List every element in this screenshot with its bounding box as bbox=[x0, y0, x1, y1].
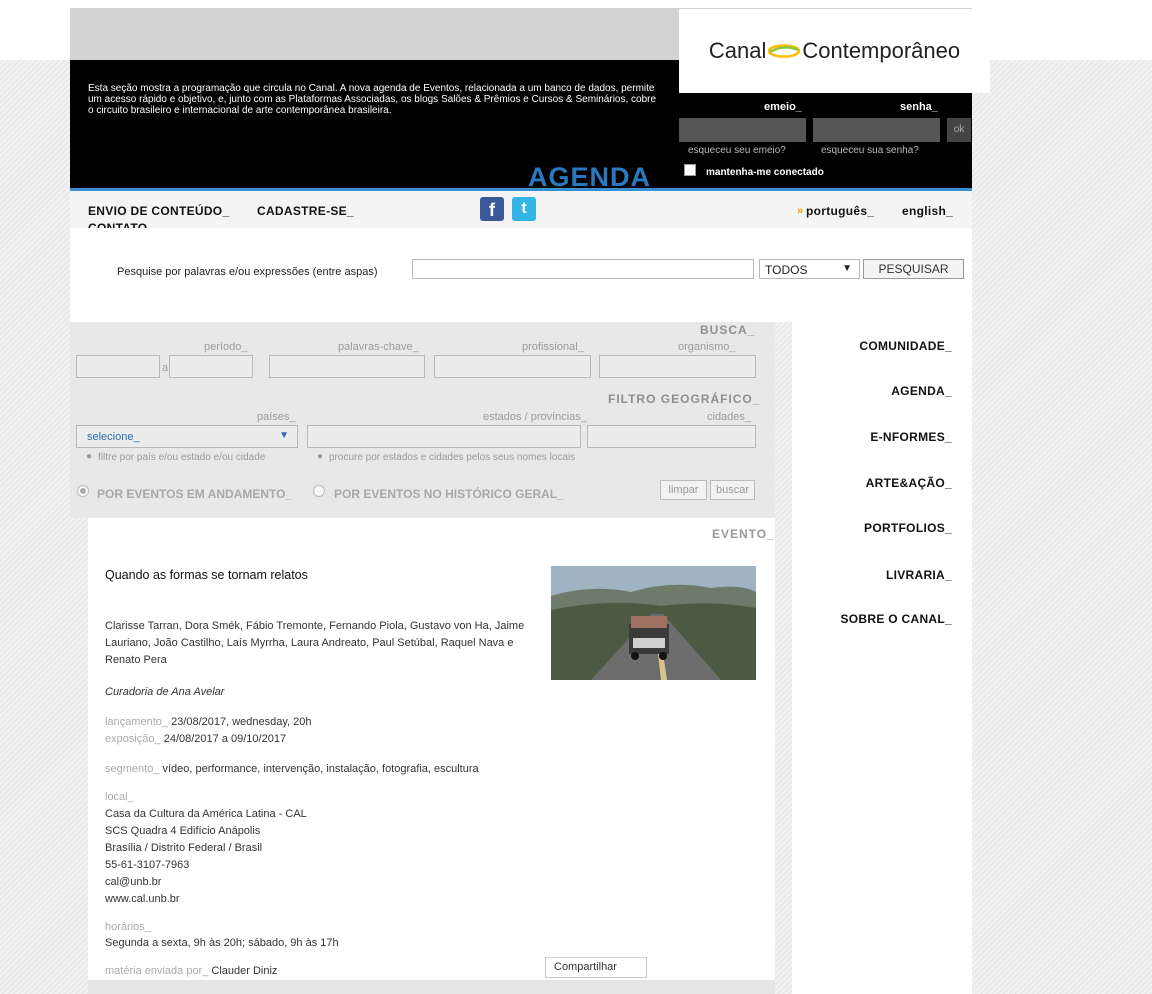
period-end-input[interactable] bbox=[169, 355, 253, 378]
logo-text-right: Contemporâneo bbox=[802, 38, 961, 63]
twitter-icon[interactable]: t bbox=[512, 197, 536, 221]
forgot-email-link[interactable]: esqueceu seu emeio? bbox=[688, 145, 786, 156]
search-label: Pesquise por palavras e/ou expressões (e… bbox=[117, 266, 378, 278]
country-hint: filtre por país e/ou estado e/ou cidade bbox=[98, 452, 266, 463]
share-button[interactable]: Compartilhar bbox=[545, 957, 647, 978]
intro-text: Esta seção mostra a programação que circ… bbox=[88, 83, 657, 116]
city-input[interactable] bbox=[587, 425, 756, 448]
event-title: Quando as formas se tornam relatos bbox=[105, 568, 308, 582]
lang-portugues-link[interactable]: português_ bbox=[806, 204, 874, 218]
geo-filter-title: FILTRO GEOGRÁFICO_ bbox=[608, 392, 761, 406]
event-artists: Clarisse Tarran, Dora Smék, Fábio Tremon… bbox=[105, 620, 525, 666]
search-scope-select[interactable]: TODOS ▼ bbox=[759, 259, 860, 279]
keywords-input[interactable] bbox=[269, 355, 425, 378]
event-photo[interactable] bbox=[551, 566, 756, 680]
hours-value: Segunda a sexta, 9h às 20h; sábado, 9h à… bbox=[105, 937, 339, 949]
remember-checkbox[interactable] bbox=[684, 164, 696, 176]
organismo-label: organismo_ bbox=[678, 341, 736, 353]
radio-em-andamento-label[interactable]: POR EVENTOS EM ANDAMENTO_ bbox=[97, 487, 292, 501]
clear-button[interactable]: limpar bbox=[660, 480, 707, 500]
radio-em-andamento[interactable] bbox=[77, 485, 89, 497]
menu-arte-acao[interactable]: ARTE&AÇÃO_ bbox=[800, 476, 952, 490]
menu-agenda[interactable]: AGENDA_ bbox=[800, 384, 952, 398]
lang-english-link[interactable]: english_ bbox=[902, 204, 953, 218]
profissional-label: profissional_ bbox=[522, 341, 584, 353]
chevron-down-icon: ▼ bbox=[279, 430, 289, 441]
password-label: senha_ bbox=[900, 101, 938, 113]
country-select-value: selecione_ bbox=[87, 431, 140, 443]
segment-label: segmento_ bbox=[105, 763, 160, 775]
cidades-label: cidades_ bbox=[707, 411, 752, 423]
remember-label: mantenha-me conectado bbox=[706, 167, 824, 178]
launch-label: lançamento_ bbox=[105, 716, 168, 728]
country-select[interactable]: selecione_ ▼ bbox=[76, 425, 298, 448]
logo-swoosh-icon bbox=[768, 44, 801, 58]
local-label: local_ bbox=[105, 791, 134, 803]
language-marker: » bbox=[797, 205, 804, 217]
radio-historico[interactable] bbox=[313, 485, 325, 497]
forgot-password-link[interactable]: esqueceu sua senha? bbox=[821, 145, 919, 156]
menu-enformes[interactable]: E-NFORMES_ bbox=[800, 430, 952, 444]
local-line: 55-61-3107-7963 bbox=[105, 859, 190, 871]
local-email-link[interactable]: cal@unb.br bbox=[105, 874, 307, 891]
sent-by-value: Clauder Diniz bbox=[211, 965, 278, 977]
segment-value: vídeo, performance, intervenção, instala… bbox=[162, 763, 479, 775]
sent-by-label: matéria enviada por_ bbox=[105, 965, 209, 977]
hours-label: horários_ bbox=[105, 921, 151, 933]
paises-label: países_ bbox=[257, 411, 296, 423]
site-logo[interactable]: Canal Contemporâneo bbox=[679, 9, 990, 93]
local-line: Casa da Cultura da América Latina - CAL bbox=[105, 808, 307, 820]
period-start-input[interactable] bbox=[76, 355, 160, 378]
busca-title: BUSCA_ bbox=[700, 323, 756, 337]
bullet-icon: ● bbox=[317, 451, 324, 462]
local-line: SCS Quadra 4 Edifício Anápolis bbox=[105, 825, 261, 837]
local-address: Casa da Cultura da América Latina - CAL … bbox=[105, 806, 307, 908]
chevron-down-icon: ▼ bbox=[842, 263, 852, 274]
nav-envio-link[interactable]: ENVIO DE CONTEÚDO_ bbox=[88, 204, 229, 218]
local-website-link[interactable]: www.cal.unb.br bbox=[105, 891, 307, 908]
event-header: EVENTO_ bbox=[712, 527, 775, 541]
palavras-label: palavras-chave_ bbox=[338, 341, 419, 353]
content-bottom-bar bbox=[88, 980, 775, 994]
estados-label: estados / províncias_ bbox=[483, 411, 587, 423]
event-curator: Curadoria de Ana Avelar bbox=[105, 686, 225, 698]
period-separator: a bbox=[162, 362, 169, 374]
search-input[interactable] bbox=[412, 259, 754, 279]
email-label: emeio_ bbox=[764, 101, 802, 113]
search-filter-button[interactable]: buscar bbox=[710, 480, 755, 500]
professional-input[interactable] bbox=[434, 355, 591, 378]
logo-text-left: Canal bbox=[708, 38, 767, 63]
search-scope-value: TODOS bbox=[765, 263, 808, 277]
facebook-icon[interactable]: f bbox=[480, 197, 504, 221]
menu-sobre[interactable]: SOBRE O CANAL_ bbox=[800, 612, 952, 626]
local-line: Brasília / Distrito Federal / Brasil bbox=[105, 842, 263, 854]
section-title: AGENDA bbox=[528, 162, 652, 192]
email-input[interactable] bbox=[679, 118, 806, 142]
menu-comunidade[interactable]: COMUNIDADE_ bbox=[800, 339, 952, 353]
exposition-label: exposição_ bbox=[105, 733, 161, 745]
menu-livraria[interactable]: LIVRARIA_ bbox=[800, 568, 952, 582]
radio-historico-label[interactable]: POR EVENTOS NO HISTÓRICO GERAL_ bbox=[334, 487, 564, 501]
state-hint: procure por estados e cidades pelos seus… bbox=[329, 452, 576, 463]
login-ok-button[interactable]: ok bbox=[947, 118, 971, 142]
search-button[interactable]: PESQUISAR bbox=[863, 259, 964, 279]
exposition-value: 24/08/2017 a 09/10/2017 bbox=[163, 733, 287, 745]
launch-value: 23/08/2017, wednesday, 20h bbox=[171, 716, 312, 728]
menu-portfolios[interactable]: PORTFOLIOS_ bbox=[800, 521, 952, 535]
state-input[interactable] bbox=[307, 425, 581, 448]
bullet-icon: ● bbox=[86, 451, 93, 462]
periodo-label: período_ bbox=[204, 341, 248, 353]
password-input[interactable] bbox=[813, 118, 940, 142]
organism-input[interactable] bbox=[599, 355, 756, 378]
nav-cadastre-link[interactable]: CADASTRE-SE_ bbox=[257, 204, 354, 218]
right-menu bbox=[792, 322, 972, 994]
